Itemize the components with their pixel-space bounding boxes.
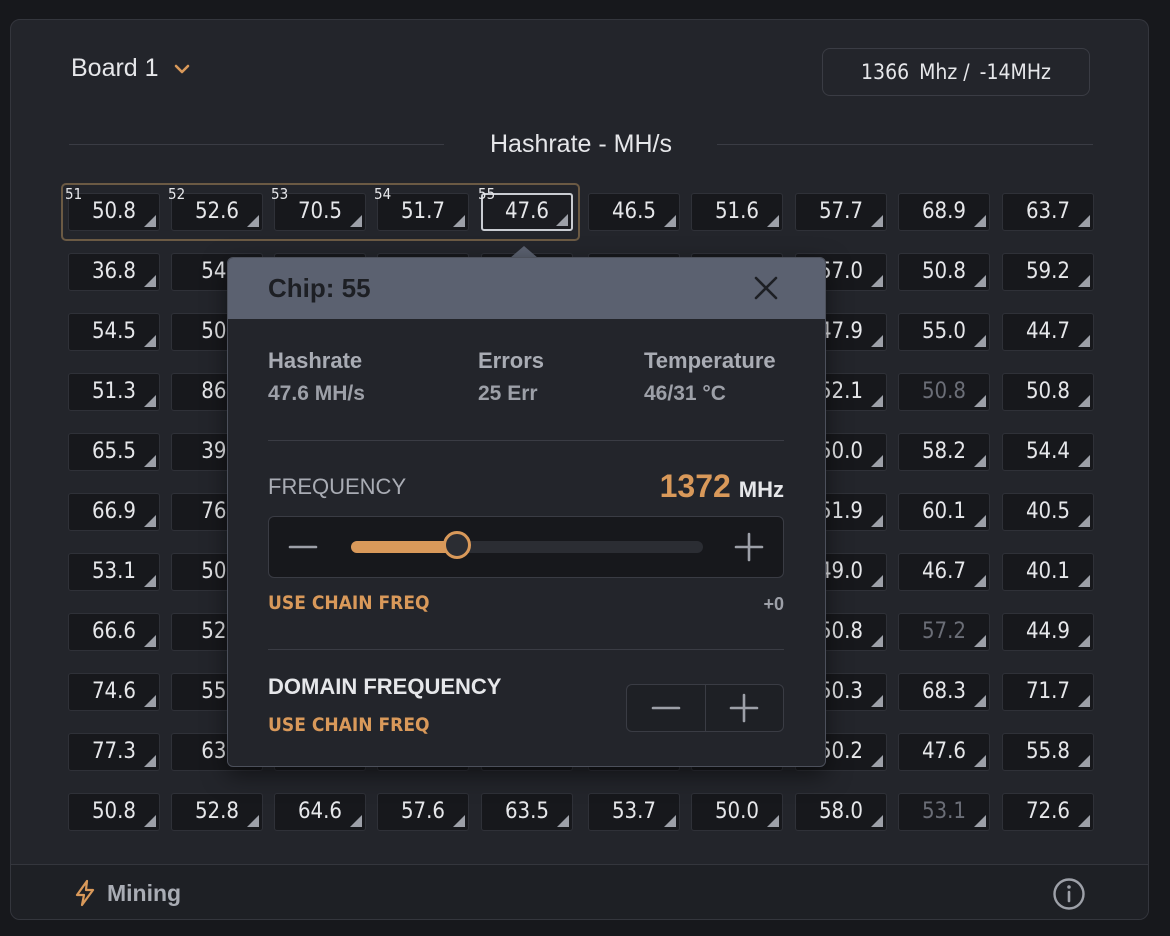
chip-cell[interactable]: 71.7 — [1002, 673, 1094, 711]
chip-cell[interactable]: 59.2 — [1002, 253, 1094, 291]
chip-cell[interactable]: 40.1 — [1002, 553, 1094, 591]
chip-cell[interactable]: 74.6 — [68, 673, 160, 711]
hashrate-label: Hashrate — [268, 348, 363, 373]
chip-cell[interactable]: 53.7 — [588, 793, 680, 831]
domain-frequency-stepper — [626, 684, 784, 732]
chip-cell[interactable]: 40.5 — [1002, 493, 1094, 531]
bolt-icon — [75, 879, 95, 907]
chip-number: 53 — [271, 185, 289, 203]
frequency-label: FREQUENCY — [268, 474, 407, 499]
chip-cell[interactable]: 77.3 — [68, 733, 160, 771]
chip-number: 52 — [168, 185, 186, 203]
chip-cell[interactable]: 58.0 — [795, 793, 887, 831]
close-icon[interactable] — [753, 275, 779, 301]
chip-number: 55 — [478, 185, 496, 203]
chip-cell[interactable]: 50.8 — [898, 253, 990, 291]
chip-cell[interactable]: 57.6 — [377, 793, 469, 831]
divider — [268, 649, 784, 650]
chip-cell[interactable]: 60.1 — [898, 493, 990, 531]
temperature-value: 46/31 °C — [644, 382, 726, 405]
chip-cell[interactable]: 50.0 — [691, 793, 783, 831]
slider-thumb[interactable] — [443, 531, 471, 559]
use-chain-freq-link[interactable]: USE CHAIN FREQ — [268, 592, 430, 614]
domain-frequency-label: DOMAIN FREQUENCY — [268, 674, 502, 699]
chip-cell[interactable]: 72.6 — [1002, 793, 1094, 831]
chip-number: 54 — [374, 185, 392, 203]
chip-cell[interactable]: 68.3 — [898, 673, 990, 711]
chip-cell[interactable]: 66.6 — [68, 613, 160, 651]
plus-icon — [729, 693, 759, 723]
temperature-stat: Temperature 46/31 °C — [644, 348, 776, 406]
chip-cell[interactable]: 51.6 — [691, 193, 783, 231]
frequency-unit: MHz — [738, 477, 784, 502]
chip-cell[interactable]: 46.7 — [898, 553, 990, 591]
chip-cell[interactable]: 44.7 — [1002, 313, 1094, 351]
board-selector[interactable]: Board 1 — [71, 54, 191, 83]
mining-status: Mining — [73, 879, 181, 907]
chip-popup: Chip: 55 Hashrate 47.6 MH/s Errors 25 Er… — [227, 257, 826, 767]
chip-cell[interactable]: 57.7 — [795, 193, 887, 231]
minus-icon[interactable] — [287, 531, 319, 563]
board-label: Board 1 — [71, 54, 159, 82]
slider-fill — [351, 541, 457, 553]
chip-cell[interactable]: 54.5 — [68, 313, 160, 351]
domain-increase-button[interactable] — [706, 685, 784, 731]
errors-label: Errors — [478, 348, 545, 373]
divider — [268, 440, 784, 441]
chip-cell[interactable]: 50.8 — [68, 793, 160, 831]
frequency-value: 1372 — [659, 468, 731, 504]
chip-cell[interactable]: 55.8 — [1002, 733, 1094, 771]
hashrate-stat: Hashrate 47.6 MH/s — [268, 348, 365, 406]
temperature-label: Temperature — [644, 348, 776, 373]
chip-cell[interactable]: 55.0 — [898, 313, 990, 351]
frequency-slider-box — [268, 516, 784, 578]
chip-cell[interactable]: 53.1 — [68, 553, 160, 591]
hashrate-value: 47.6 MH/s — [268, 382, 365, 405]
chip-cell[interactable]: 44.9 — [1002, 613, 1094, 651]
chip-cell[interactable]: 66.9 — [68, 493, 160, 531]
info-icon[interactable] — [1052, 877, 1086, 911]
status-footer: Mining — [11, 864, 1148, 919]
frequency-readout: 1372 MHz — [660, 468, 784, 505]
popup-title: Chip: 55 — [268, 273, 371, 303]
board-freq-value: 1366 — [861, 60, 910, 84]
popup-header: Chip: 55 — [228, 258, 825, 319]
chip-cell[interactable]: 52.8 — [171, 793, 263, 831]
frequency-offset: +0 — [763, 594, 784, 614]
chip-cell[interactable]: 58.2 — [898, 433, 990, 471]
chip-cell[interactable]: 47.6 — [898, 733, 990, 771]
chip-cell[interactable]: 63.5 — [481, 793, 573, 831]
minus-icon — [651, 706, 681, 710]
domain-use-chain-freq-link[interactable]: USE CHAIN FREQ — [268, 714, 430, 736]
chip-cell[interactable]: 54.4 — [1002, 433, 1094, 471]
domain-decrease-button[interactable] — [627, 685, 705, 731]
chip-cell[interactable]: 51.3 — [68, 373, 160, 411]
chevron-down-icon — [174, 64, 189, 73]
chip-cell[interactable]: 64.6 — [274, 793, 366, 831]
chip-cell[interactable]: 57.2 — [898, 613, 990, 651]
errors-stat: Errors 25 Err — [478, 348, 544, 406]
chip-cell[interactable]: 53.1 — [898, 793, 990, 831]
board-frequency-display: 1366 Mhz / -14MHz — [822, 48, 1090, 96]
chip-cell[interactable]: 68.9 — [898, 193, 990, 231]
chip-cell[interactable]: 50.8 — [898, 373, 990, 411]
chip-cell[interactable]: 50.8 — [1002, 373, 1094, 411]
plus-icon[interactable] — [733, 531, 765, 563]
chip-cell[interactable]: 65.5 — [68, 433, 160, 471]
chip-number: 51 — [65, 185, 83, 203]
errors-value: 25 Err — [478, 382, 538, 405]
status-label: Mining — [107, 879, 182, 906]
frequency-slider[interactable] — [351, 531, 703, 559]
section-header: Hashrate - MH/s — [69, 124, 1093, 164]
chip-cell[interactable]: 63.7 — [1002, 193, 1094, 231]
board-freq-unit: Mhz / — [919, 60, 970, 84]
section-title: Hashrate - MH/s — [490, 130, 672, 158]
chip-cell[interactable]: 46.5 — [588, 193, 680, 231]
board-freq-offset: -14MHz — [979, 60, 1051, 84]
chip-cell[interactable]: 36.8 — [68, 253, 160, 291]
